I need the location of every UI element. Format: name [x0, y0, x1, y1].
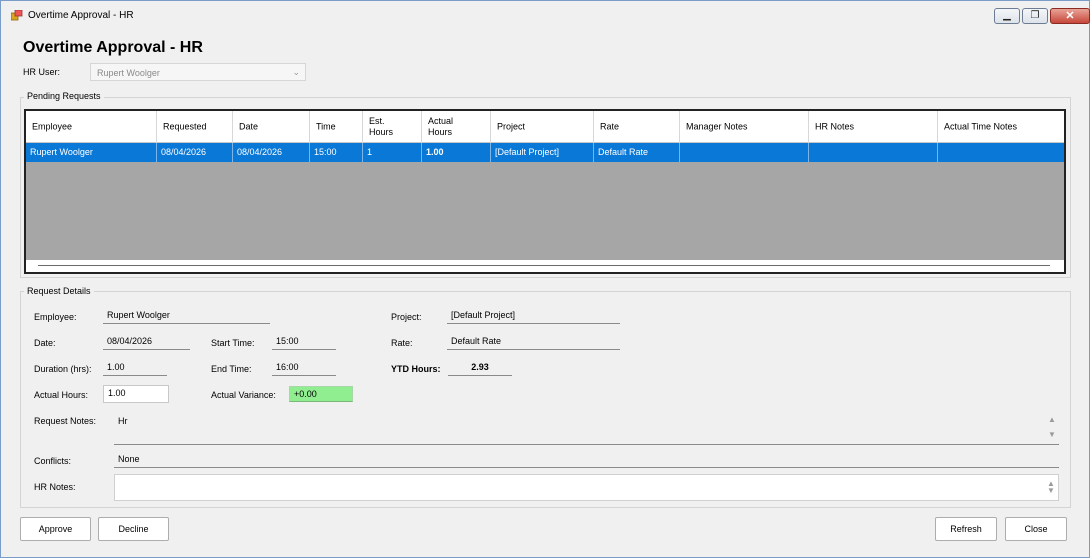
table-row[interactable]: Rupert Woolger 08/04/2026 08/04/2026 15:…	[26, 143, 1064, 162]
cell-est-hours[interactable]: 1	[363, 143, 422, 162]
col-header-project[interactable]: Project	[491, 111, 594, 143]
conflicts-field: None	[114, 452, 1059, 468]
end-time-label: End Time:	[211, 364, 252, 374]
col-header-actual-time-notes[interactable]: Actual Time Notes	[938, 111, 1064, 143]
conflicts-label: Conflicts:	[34, 456, 72, 466]
approve-button[interactable]: Approve	[20, 517, 91, 541]
close-icon: ✕	[1065, 10, 1075, 22]
start-time-field: 15:00	[272, 334, 336, 350]
app-icon	[11, 10, 23, 21]
cell-employee[interactable]: Rupert Woolger	[26, 143, 157, 162]
cell-rate[interactable]: Default Rate	[594, 143, 680, 162]
hr-notes-scrollbar[interactable]: ▲ ▼	[1046, 478, 1056, 497]
request-notes-label: Request Notes:	[34, 416, 97, 426]
minimize-icon: ▁	[1003, 10, 1011, 21]
rate-label: Rate:	[391, 338, 413, 348]
end-time-field: 16:00	[272, 360, 336, 376]
scroll-down-icon[interactable]: ▼	[1047, 431, 1057, 439]
col-header-actual-hours[interactable]: Actual Hours	[422, 111, 491, 143]
employee-field: Rupert Woolger	[103, 308, 270, 324]
maximize-button[interactable]: ❐	[1022, 8, 1048, 24]
duration-label: Duration (hrs):	[34, 364, 92, 374]
close-window-button[interactable]: ✕	[1050, 8, 1090, 24]
employee-label: Employee:	[34, 312, 77, 322]
cell-actual-hours[interactable]: 1.00	[422, 143, 491, 162]
ytd-hours-label: YTD Hours:	[391, 364, 441, 374]
col-header-date[interactable]: Date	[233, 111, 310, 143]
cell-manager-notes[interactable]	[680, 143, 809, 162]
ytd-hours-field: 2.93	[448, 360, 512, 376]
minimize-button[interactable]: ▁	[994, 8, 1020, 24]
col-header-manager-notes[interactable]: Manager Notes	[680, 111, 809, 143]
hr-user-label: HR User:	[23, 67, 61, 77]
actual-variance-field: +0.00	[289, 386, 353, 402]
cell-project[interactable]: [Default Project]	[491, 143, 594, 162]
hr-user-value: Rupert Woolger	[97, 68, 160, 78]
hr-notes-label: HR Notes:	[34, 482, 76, 492]
project-label: Project:	[391, 312, 422, 322]
request-notes-scrollbar[interactable]: ▲ ▼	[1047, 414, 1057, 441]
grid-footer	[26, 260, 1064, 272]
date-field: 08/04/2026	[103, 334, 190, 350]
col-header-requested[interactable]: Requested	[157, 111, 233, 143]
actual-hours-input[interactable]: 1.00	[103, 385, 169, 403]
refresh-button[interactable]: Refresh	[935, 517, 997, 541]
pending-requests-title: Pending Requests	[24, 91, 104, 101]
pending-requests-grid[interactable]: Employee Requested Date Time Est. Hours …	[24, 109, 1066, 274]
close-button[interactable]: Close	[1005, 517, 1067, 541]
rate-field: Default Rate	[447, 334, 620, 350]
restore-icon: ❐	[1030, 10, 1040, 21]
overtime-approval-window: Overtime Approval - HR ▁ ❐ ✕ Overtime Ap…	[0, 0, 1090, 558]
col-header-est-hours[interactable]: Est. Hours	[363, 111, 422, 143]
cell-actual-time-notes[interactable]	[938, 143, 1064, 162]
hr-user-dropdown[interactable]: Rupert Woolger ⌄	[90, 63, 306, 81]
actual-hours-label: Actual Hours:	[34, 390, 89, 400]
col-header-rate[interactable]: Rate	[594, 111, 680, 143]
hr-notes-input[interactable]: ▲ ▼	[114, 474, 1059, 501]
title-bar[interactable]: Overtime Approval - HR ▁ ❐ ✕	[1, 1, 1090, 29]
cell-date[interactable]: 08/04/2026	[233, 143, 310, 162]
window-title: Overtime Approval - HR	[28, 10, 134, 21]
cell-hr-notes[interactable]	[809, 143, 938, 162]
col-header-employee[interactable]: Employee	[26, 111, 157, 143]
page-title: Overtime Approval - HR	[23, 39, 203, 56]
chevron-down-icon: ⌄	[292, 67, 300, 77]
scroll-down-icon[interactable]: ▼	[1046, 487, 1056, 495]
col-header-hr-notes[interactable]: HR Notes	[809, 111, 938, 143]
date-label: Date:	[34, 338, 56, 348]
col-header-time[interactable]: Time	[310, 111, 363, 143]
grid-header: Employee Requested Date Time Est. Hours …	[26, 111, 1064, 143]
cell-requested[interactable]: 08/04/2026	[157, 143, 233, 162]
project-field: [Default Project]	[447, 308, 620, 324]
horizontal-scrollbar[interactable]	[38, 263, 1050, 268]
actual-variance-label: Actual Variance:	[211, 390, 276, 400]
decline-button[interactable]: Decline	[98, 517, 169, 541]
request-notes-field[interactable]: Hr ▲ ▼	[114, 411, 1059, 445]
request-details-title: Request Details	[24, 286, 94, 296]
start-time-label: Start Time:	[211, 338, 255, 348]
duration-field: 1.00	[103, 360, 167, 376]
cell-time[interactable]: 15:00	[310, 143, 363, 162]
request-notes-text: Hr	[118, 416, 128, 426]
scroll-up-icon[interactable]: ▲	[1047, 416, 1057, 424]
